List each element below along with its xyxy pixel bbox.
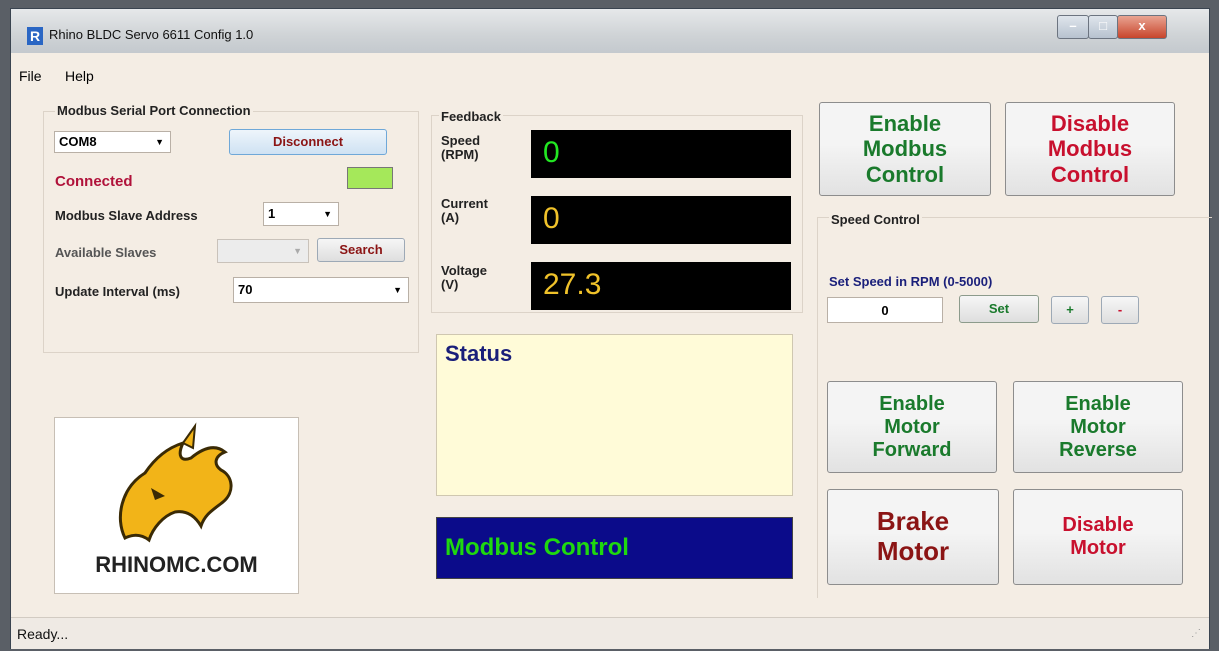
window-title: Rhino BLDC Servo 6611 Config 1.0 (49, 27, 254, 42)
status-bar-text: Ready... (17, 626, 69, 642)
rhino-icon (118, 422, 233, 543)
voltage-display: 27.3 (531, 262, 791, 310)
voltage-label: Voltage (V) (441, 263, 487, 292)
app-logo-icon: R (27, 27, 43, 45)
status-panel: Status (436, 334, 793, 496)
feedback-group-title: Feedback (439, 109, 503, 124)
update-interval-value: 70 (238, 282, 253, 297)
menu-file[interactable]: File (19, 68, 42, 84)
enable-motor-reverse-button[interactable]: Enable Motor Reverse (1013, 381, 1183, 473)
current-display: 0 (531, 196, 791, 244)
update-interval-select[interactable]: 70 ▼ (233, 277, 409, 303)
search-button[interactable]: Search (317, 238, 405, 262)
disable-modbus-control-button[interactable]: Disable Modbus Control (1005, 102, 1175, 196)
minimize-button[interactable]: – (1057, 15, 1089, 39)
speed-input[interactable] (827, 297, 943, 323)
speed-control-title: Speed Control (829, 212, 922, 227)
connection-status: Connected (55, 173, 133, 190)
slave-address-select[interactable]: 1 ▼ (263, 202, 339, 226)
control-mode-text: Modbus Control (445, 534, 629, 561)
disconnect-button[interactable]: Disconnect (229, 129, 387, 155)
connection-group-title: Modbus Serial Port Connection (55, 103, 253, 118)
close-button[interactable]: x (1117, 15, 1167, 39)
maximize-button[interactable]: □ (1088, 15, 1118, 39)
slave-address-label: Modbus Slave Address (55, 208, 198, 223)
title-bar[interactable]: R Rhino BLDC Servo 6611 Config 1.0 – □ x (11, 9, 1209, 53)
chevron-down-icon: ▼ (323, 209, 332, 219)
enable-motor-forward-button[interactable]: Enable Motor Forward (827, 381, 997, 473)
brake-motor-button[interactable]: Brake Motor (827, 489, 999, 585)
decrease-speed-button[interactable]: - (1101, 296, 1139, 324)
com-port-select[interactable]: COM8 ▼ (54, 131, 171, 153)
menu-help[interactable]: Help (65, 68, 94, 84)
disable-motor-button[interactable]: Disable Motor (1013, 489, 1183, 585)
chevron-down-icon: ▼ (293, 246, 302, 256)
slave-address-value: 1 (268, 206, 276, 221)
speed-label: Speed (RPM) (441, 133, 481, 162)
logo-text: RHINOMC.COM (95, 552, 258, 577)
status-bar: Ready... ⋰ (11, 617, 1209, 649)
current-label: Current (A) (441, 196, 488, 225)
app-window: R Rhino BLDC Servo 6611 Config 1.0 – □ x… (10, 8, 1212, 649)
connection-indicator (347, 167, 393, 189)
enable-modbus-control-button[interactable]: Enable Modbus Control (819, 102, 991, 196)
resize-grip-icon[interactable]: ⋰ (1191, 628, 1201, 639)
update-interval-label: Update Interval (ms) (55, 284, 180, 299)
rhino-logo: RHINOMC.COM (54, 417, 299, 594)
set-speed-button[interactable]: Set (959, 295, 1039, 323)
com-port-value: COM8 (59, 134, 97, 149)
set-speed-label: Set Speed in RPM (0-5000) (829, 274, 993, 289)
control-mode-display: Modbus Control (436, 517, 793, 579)
speed-display: 0 (531, 130, 791, 178)
menu-bar: File Help (11, 65, 1209, 87)
chevron-down-icon: ▼ (393, 285, 402, 295)
increase-speed-button[interactable]: + (1051, 296, 1089, 324)
status-title: Status (445, 341, 513, 366)
available-slaves-select[interactable]: ▼ (217, 239, 309, 263)
chevron-down-icon: ▼ (155, 137, 164, 147)
available-slaves-label: Available Slaves (55, 245, 157, 260)
